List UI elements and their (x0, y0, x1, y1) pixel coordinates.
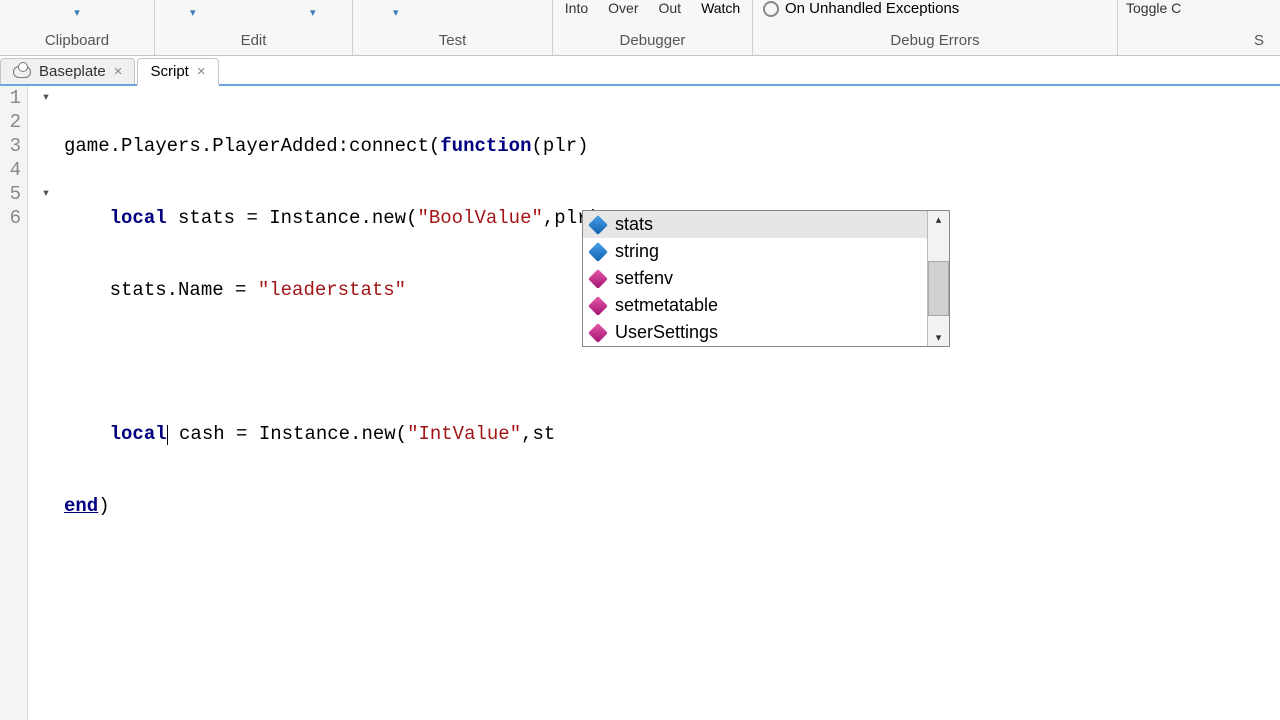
autocomplete-item[interactable]: UserSettings (583, 319, 927, 346)
close-icon[interactable]: × (114, 63, 123, 80)
ribbon-group-settings: Toggle C S (1118, 0, 1278, 55)
close-icon[interactable]: × (197, 63, 206, 80)
tab-baseplate[interactable]: Baseplate × (0, 58, 135, 84)
fold-arrow-icon[interactable] (28, 86, 64, 110)
ribbon-label-debugger: Debugger (620, 32, 686, 53)
ribbon-group-clipboard[interactable]: ▾ Clipboard (0, 0, 155, 55)
autocomplete-list: stats string setfenv setmetatable UserSe… (583, 211, 927, 346)
autocomplete-scrollbar[interactable]: ▴ ▾ (927, 211, 949, 346)
debugger-watch[interactable]: Watch (701, 0, 740, 16)
autocomplete-popup[interactable]: stats string setfenv setmetatable UserSe… (582, 210, 950, 347)
function-icon (588, 296, 608, 316)
variable-icon (588, 242, 608, 262)
line-number-gutter: 1 2 3 4 5 6 (0, 86, 28, 720)
ribbon-label-clipboard: Clipboard (45, 32, 109, 53)
fold-column (28, 86, 64, 720)
scroll-down-icon[interactable]: ▾ (928, 329, 949, 346)
function-icon (588, 323, 608, 343)
fold-arrow-icon[interactable] (28, 182, 64, 206)
debugger-step-out[interactable]: Out (658, 0, 681, 16)
autocomplete-item[interactable]: setmetatable (583, 292, 927, 319)
chevron-down-icon[interactable]: ▾ (310, 6, 316, 19)
ribbon-label-settings: S (1254, 32, 1268, 53)
scrollbar-track[interactable] (928, 228, 949, 329)
chevron-down-icon[interactable]: ▾ (74, 6, 80, 19)
ribbon-label-test: Test (439, 32, 467, 53)
chevron-down-icon[interactable]: ▾ (393, 6, 399, 19)
scroll-up-icon[interactable]: ▴ (928, 211, 949, 228)
ribbon-group-test[interactable]: ▾ Test (353, 0, 553, 55)
debug-errors-option[interactable]: On Unhandled Exceptions (763, 0, 959, 17)
ribbon-label-debug-errors: Debug Errors (890, 32, 979, 53)
ribbon-group-debug-errors: On Unhandled Exceptions Debug Errors (753, 0, 1118, 55)
debugger-step-into[interactable]: Into (565, 0, 588, 16)
ribbon-toolbar: ▾ Clipboard ▾ ▾ Edit ▾ Test Into Over Ou… (0, 0, 1280, 56)
radio-icon[interactable] (763, 1, 779, 17)
code-content[interactable]: game.Players.PlayerAdded:connect(functio… (64, 86, 1280, 720)
scrollbar-thumb[interactable] (928, 261, 949, 316)
code-editor[interactable]: 1 2 3 4 5 6 game.Players.PlayerAdded:con… (0, 86, 1280, 720)
editor-tab-bar: Baseplate × Script × (0, 56, 1280, 86)
variable-icon (588, 215, 608, 235)
tab-label: Script (150, 63, 188, 80)
autocomplete-item[interactable]: string (583, 238, 927, 265)
ribbon-group-debugger: Into Over Out Watch Debugger (553, 0, 753, 55)
autocomplete-item[interactable]: stats (583, 211, 927, 238)
debugger-step-over[interactable]: Over (608, 0, 638, 16)
toggle-comment-button[interactable]: Toggle C (1126, 0, 1181, 16)
tab-script[interactable]: Script × (137, 58, 218, 86)
tab-label: Baseplate (39, 63, 106, 80)
cloud-icon (13, 66, 31, 78)
ribbon-group-edit[interactable]: ▾ ▾ Edit (155, 0, 353, 55)
function-icon (588, 269, 608, 289)
ribbon-label-edit: Edit (241, 32, 267, 53)
chevron-down-icon[interactable]: ▾ (190, 6, 196, 19)
autocomplete-item[interactable]: setfenv (583, 265, 927, 292)
